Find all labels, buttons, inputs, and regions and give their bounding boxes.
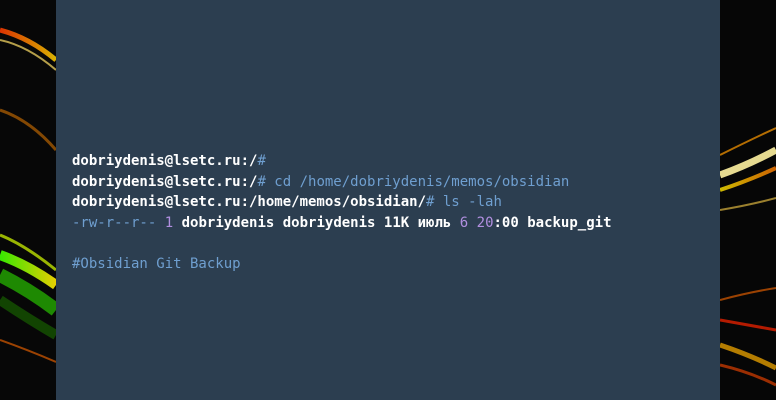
file-owner-size-date: dobriydenis dobriydenis 11K июль <box>181 214 452 231</box>
shell-prompt: dobriydenis@lsetc.ru:/ <box>72 153 258 169</box>
command-text: ls -lah <box>434 194 502 210</box>
screenshot: dobriydenis@lsetc.ru:/# dobriydenis@lset… <box>0 0 776 400</box>
right-background-art <box>720 0 776 400</box>
prompt-symbol: # <box>257 153 266 169</box>
comment-text: #Obsidian Git Backup <box>72 255 241 272</box>
file-hour: 20 <box>476 214 494 231</box>
shell-prompt: dobriydenis@lsetc.ru:/home/memos/obsidia… <box>72 194 427 210</box>
terminal-line: dobriydenis@lsetc.ru:/# cd /home/dobriyd… <box>72 172 712 193</box>
link-count: 1 <box>164 214 174 231</box>
file-day: 6 <box>459 214 469 231</box>
terminal-line: dobriydenis@lsetc.ru:/home/memos/obsidia… <box>72 192 712 213</box>
file-time-name: :00 backup_git <box>493 214 612 231</box>
prompt-symbol: # <box>257 173 266 190</box>
terminal-line: #Obsidian Git Backup <box>72 254 712 275</box>
terminal-line: dobriydenis@lsetc.ru:/# <box>72 151 712 172</box>
terminal-window[interactable]: dobriydenis@lsetc.ru:/# dobriydenis@lset… <box>56 0 720 400</box>
file-listing-row: -rw-r--r-- 1 dobriydenis dobriydenis 11K… <box>72 213 712 234</box>
left-background-art <box>0 0 56 400</box>
terminal-output: dobriydenis@lsetc.ru:/# dobriydenis@lset… <box>72 151 712 274</box>
command-text: cd /home/dobriydenis/memos/obsidian <box>265 173 570 190</box>
file-permissions: -rw-r--r-- <box>72 214 157 231</box>
shell-prompt: dobriydenis@lsetc.ru:/ <box>72 173 258 190</box>
